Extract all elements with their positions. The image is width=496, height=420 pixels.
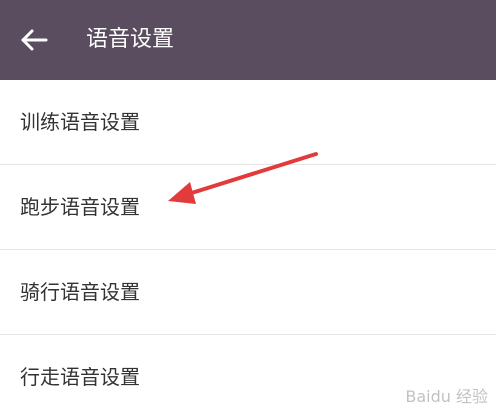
list-item-label: 训练语音设置	[20, 110, 140, 134]
list-item-cycling-voice[interactable]: 骑行语音设置	[0, 250, 496, 335]
settings-list: 训练语音设置 跑步语音设置 骑行语音设置 行走语音设置	[0, 80, 496, 420]
back-button[interactable]	[16, 24, 52, 56]
list-item-label: 骑行语音设置	[20, 280, 140, 304]
page-title: 语音设置	[86, 27, 175, 52]
list-item-training-voice[interactable]: 训练语音设置	[0, 80, 496, 165]
list-item-label: 行走语音设置	[20, 365, 140, 389]
app-header: 语音设置	[0, 0, 496, 80]
list-item-running-voice[interactable]: 跑步语音设置	[0, 165, 496, 250]
list-item-walking-voice[interactable]: 行走语音设置	[0, 335, 496, 420]
back-arrow-icon	[21, 29, 48, 51]
baidu-watermark: Baidu 经验	[405, 387, 488, 406]
list-item-label: 跑步语音设置	[20, 195, 140, 219]
